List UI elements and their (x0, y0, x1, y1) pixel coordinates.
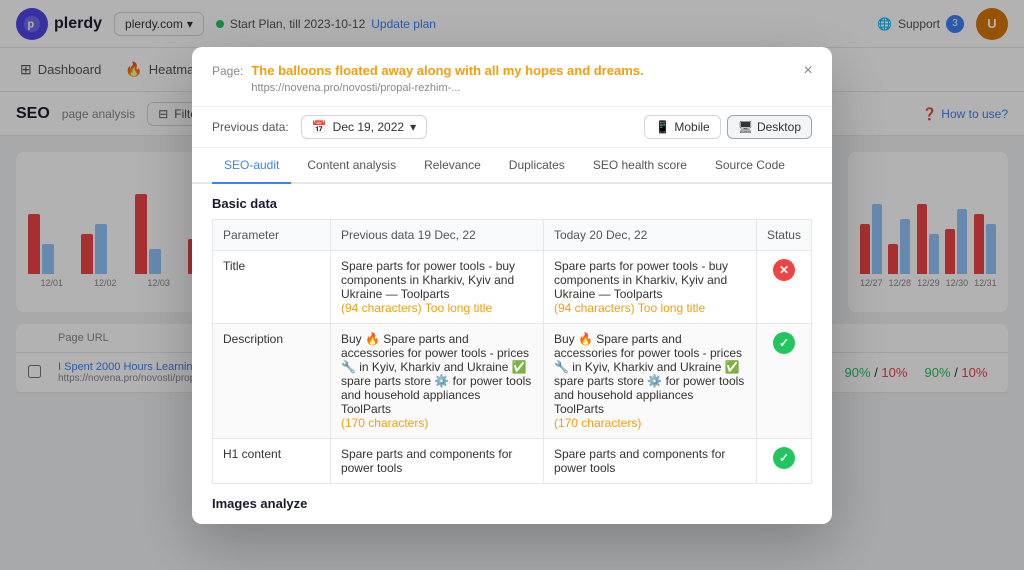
col-header-param: Parameter (213, 219, 331, 250)
prev-cell: Buy 🔥 Spare parts and accessories for po… (330, 323, 543, 438)
seo-audit-modal: Page: The balloons floated away along wi… (192, 47, 832, 524)
param-cell: Title (213, 250, 331, 323)
modal-controls: Previous data: 📅 Dec 19, 2022 ▾ 📱 Mobile… (192, 107, 832, 148)
mobile-label: Mobile (674, 120, 709, 134)
modal-title: The balloons floated away along with all… (251, 63, 643, 78)
modal-body: Basic data Parameter Previous data 19 De… (192, 184, 832, 524)
device-buttons: 📱 Mobile 🖥 Desktop (644, 115, 812, 139)
today-cell: Spare parts and components for power too… (543, 438, 756, 483)
modal-header: Page: The balloons floated away along wi… (192, 47, 832, 107)
status-error-icon: ✕ (773, 259, 795, 281)
close-button[interactable]: × (796, 59, 820, 83)
basic-data-title: Basic data (212, 184, 812, 219)
prev-cell: Spare parts for power tools - buy compon… (330, 250, 543, 323)
modal-tab-seo-audit[interactable]: SEO-audit (212, 148, 291, 184)
mobile-icon: 📱 (655, 120, 670, 134)
table-row: H1 contentSpare parts and components for… (213, 438, 812, 483)
today-note: (94 characters) Too long title (554, 301, 746, 315)
prev-note: (94 characters) Too long title (341, 301, 533, 315)
col-header-status: Status (756, 219, 811, 250)
date-chevron-icon: ▾ (410, 120, 416, 134)
col-header-today: Today 20 Dec, 22 (543, 219, 756, 250)
today-cell: Spare parts for power tools - buy compon… (543, 250, 756, 323)
today-note: (170 characters) (554, 416, 746, 430)
modal-tab-content-analysis[interactable]: Content analysis (295, 148, 408, 184)
param-cell: H1 content (213, 438, 331, 483)
modal-tab-seo-health-score[interactable]: SEO health score (581, 148, 699, 184)
prev-note: (170 characters) (341, 416, 533, 430)
date-selector[interactable]: 📅 Dec 19, 2022 ▾ (301, 115, 427, 139)
desktop-label: Desktop (757, 120, 801, 134)
date-value: Dec 19, 2022 (333, 120, 404, 134)
page-label: Page: (212, 64, 243, 78)
calendar-icon: 📅 (312, 120, 327, 134)
mobile-button[interactable]: 📱 Mobile (644, 115, 720, 139)
status-cell: ✕ (756, 250, 811, 323)
status-cell: ✓ (756, 438, 811, 483)
modal-tab-duplicates[interactable]: Duplicates (497, 148, 577, 184)
modal-url: https://novena.pro/novosti/propal-rezhim… (251, 82, 643, 94)
col-header-prev: Previous data 19 Dec, 22 (330, 219, 543, 250)
status-ok-icon: ✓ (773, 332, 795, 354)
param-cell: Description (213, 323, 331, 438)
basic-data-table: Parameter Previous data 19 Dec, 22 Today… (212, 219, 812, 484)
modal-tabs: SEO-auditContent analysisRelevanceDuplic… (192, 148, 832, 184)
desktop-button[interactable]: 🖥 Desktop (727, 115, 812, 139)
status-cell: ✓ (756, 323, 811, 438)
prev-cell: Spare parts and components for power too… (330, 438, 543, 483)
modal-tab-relevance[interactable]: Relevance (412, 148, 493, 184)
table-row: TitleSpare parts for power tools - buy c… (213, 250, 812, 323)
images-analyze-title: Images analyze (212, 484, 812, 515)
modal-overlay: Page: The balloons floated away along wi… (0, 0, 1024, 570)
desktop-icon: 🖥 (738, 120, 753, 134)
today-cell: Buy 🔥 Spare parts and accessories for po… (543, 323, 756, 438)
table-row: DescriptionBuy 🔥 Spare parts and accesso… (213, 323, 812, 438)
prev-data-label: Previous data: (212, 120, 289, 134)
status-ok-icon: ✓ (773, 447, 795, 469)
modal-tab-source-code[interactable]: Source Code (703, 148, 797, 184)
